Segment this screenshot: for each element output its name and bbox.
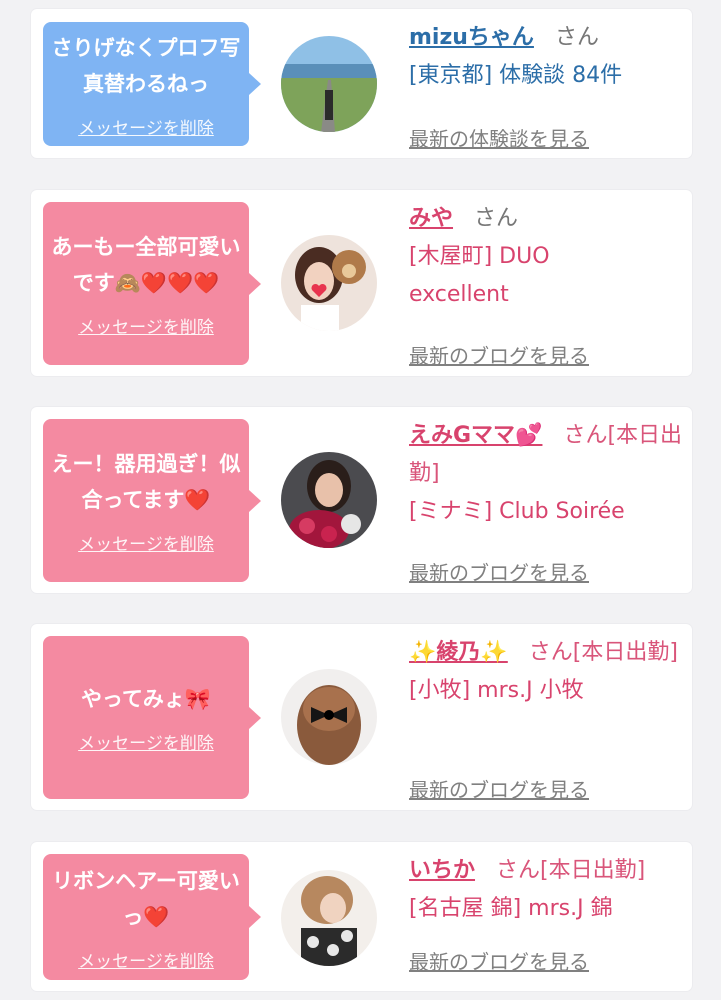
user-detail: [名古屋 錦] mrs.J 錦: [409, 896, 613, 921]
avatar[interactable]: [281, 36, 377, 132]
message-list: さりげなくプロフ写真替わるねっ メッセージを削除 mizuちゃん さん [東京都…: [0, 0, 721, 1000]
user-info: いちか さん[本日出勤] [名古屋 錦] mrs.J 錦 最新のブログを見る: [409, 852, 684, 982]
message-text: さりげなくプロフ写真替わるねっ: [51, 35, 241, 96]
delete-message-link[interactable]: メッセージを削除: [78, 947, 214, 972]
message-card: あーもー全部可愛いです🙈❤️❤️❤️ メッセージを削除 みや さん [木屋町] …: [31, 190, 692, 376]
delete-message-link[interactable]: メッセージを削除: [78, 313, 214, 338]
message-bubble: あーもー全部可愛いです🙈❤️❤️❤️ メッセージを削除: [43, 202, 261, 365]
honorific: さん: [474, 206, 519, 231]
user-info: ✨綾乃✨ さん[本日出勤] [小牧] mrs.J 小牧 最新のブログを見る: [409, 634, 684, 803]
message-text: えー！器用過ぎ！似合ってます❤️: [51, 452, 241, 512]
user-info: えみGママ💕 さん[本日出勤] [ミナミ] Club Soirée 最新のブログ…: [409, 417, 684, 586]
message-text: やってみょ🎀: [80, 687, 212, 711]
message-text: リボンヘアー可愛いっ❤️: [52, 868, 240, 929]
user-info: mizuちゃん さん [東京都] 体験談 84件 最新の体験談を見る: [409, 19, 684, 151]
user-detail: [木屋町] DUO excellent: [409, 244, 550, 307]
user-detail: [東京都] 体験談 84件: [409, 63, 623, 88]
message-text: あーもー全部可愛いです🙈❤️❤️❤️: [51, 235, 241, 295]
honorific: さん[本日出勤]: [528, 640, 678, 665]
latest-post-link[interactable]: 最新のブログを見る: [409, 557, 589, 586]
user-detail: [小牧] mrs.J 小牧: [409, 678, 584, 703]
avatar[interactable]: [281, 870, 377, 966]
user-detail: [ミナミ] Club Soirée: [409, 499, 625, 524]
honorific: さん: [554, 25, 599, 50]
latest-post-link[interactable]: 最新の体験談を見る: [409, 123, 589, 152]
avatar[interactable]: [281, 669, 377, 765]
message-bubble: リボンヘアー可愛いっ❤️ メッセージを削除: [43, 854, 261, 980]
message-card: さりげなくプロフ写真替わるねっ メッセージを削除 mizuちゃん さん [東京都…: [31, 9, 692, 158]
honorific: さん[本日出勤]: [496, 858, 646, 883]
avatar[interactable]: [281, 452, 377, 548]
avatar-photo: [281, 870, 377, 966]
user-name-link[interactable]: mizuちゃん: [409, 25, 534, 50]
delete-message-link[interactable]: メッセージを削除: [78, 729, 214, 754]
user-name-link[interactable]: いちか: [409, 858, 475, 883]
user-name-link[interactable]: ✨綾乃✨: [409, 640, 508, 665]
avatar-photo: [281, 235, 377, 331]
user-name-link[interactable]: えみGママ💕: [409, 423, 542, 448]
latest-post-link[interactable]: 最新のブログを見る: [409, 774, 589, 803]
user-info: みや さん [木屋町] DUO excellent 最新のブログを見る: [409, 200, 684, 369]
message-card: リボンヘアー可愛いっ❤️ メッセージを削除 いちか さん[本日出勤] [名古屋 …: [31, 842, 692, 991]
latest-post-link[interactable]: 最新のブログを見る: [409, 340, 589, 369]
latest-post-link[interactable]: 最新のブログを見る: [409, 946, 589, 975]
message-bubble: やってみょ🎀 メッセージを削除: [43, 636, 261, 799]
message-card: やってみょ🎀 メッセージを削除 ✨綾乃✨ さん[本日出勤] [小牧] mrs.J…: [31, 624, 692, 810]
message-card: えー！器用過ぎ！似合ってます❤️ メッセージを削除 えみGママ💕 さん[本日出勤…: [31, 407, 692, 593]
user-name-link[interactable]: みや: [409, 206, 453, 231]
avatar-photo: [281, 36, 377, 132]
message-bubble: えー！器用過ぎ！似合ってます❤️ メッセージを削除: [43, 419, 261, 582]
avatar-photo: [281, 669, 377, 765]
avatar-photo: [281, 452, 377, 548]
message-bubble: さりげなくプロフ写真替わるねっ メッセージを削除: [43, 22, 261, 146]
delete-message-link[interactable]: メッセージを削除: [78, 114, 214, 139]
delete-message-link[interactable]: メッセージを削除: [78, 530, 214, 555]
avatar[interactable]: [281, 235, 377, 331]
